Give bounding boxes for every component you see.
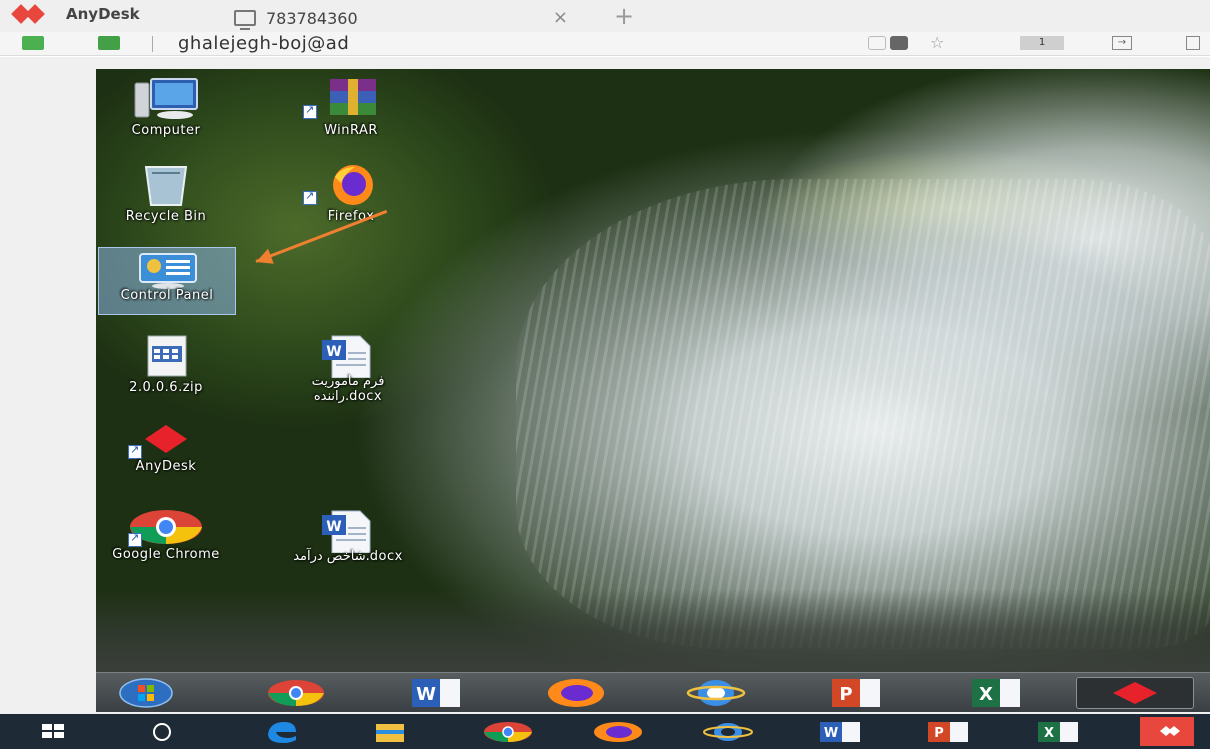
internet-explorer-icon[interactable]: [684, 677, 748, 709]
start-orb-icon[interactable]: [118, 677, 174, 709]
search-circle-icon[interactable]: [150, 720, 174, 743]
word-document-icon: W: [322, 335, 371, 378]
desktop-icon-label: Recycle Bin: [125, 209, 207, 224]
desktop-icon-zip-file[interactable]: 2.0.0.6.zip: [106, 334, 226, 404]
recycle-bin-icon: [144, 166, 188, 206]
word-icon[interactable]: W: [404, 677, 468, 709]
excel-icon[interactable]: X: [964, 677, 1028, 709]
divider: [152, 36, 153, 52]
app-name: AnyDesk: [66, 5, 140, 23]
desktop-icon-label: AnyDesk: [135, 459, 197, 474]
word-document-icon: W: [322, 510, 371, 553]
anydesk-tab-bar: AnyDesk 783784360 × +: [0, 0, 1210, 32]
zip-file-icon: [147, 335, 187, 377]
desktop-icon-label: WinRAR: [324, 123, 378, 138]
shortcut-arrow-icon: [303, 103, 317, 119]
anydesk-logo-icon: [11, 4, 66, 24]
desktop-icon-word-document[interactable]: W شاخص درآمد.docx: [288, 509, 408, 579]
svg-text:P: P: [934, 726, 944, 741]
wallpaper-rocks: [96, 589, 1210, 674]
desktop-icon-label: 2.0.0.6.zip: [129, 380, 203, 395]
edge-icon[interactable]: [262, 720, 302, 743]
anydesk-icon: [1160, 726, 1180, 736]
svg-text:P: P: [839, 684, 852, 705]
remote-address[interactable]: ghalejegh-boj@ad: [178, 33, 349, 54]
session-tab[interactable]: 783784360 ×: [226, 4, 582, 32]
desktop-icon-control-panel[interactable]: Control Panel: [98, 247, 236, 315]
monitor-switch-button[interactable]: 1: [1020, 36, 1064, 50]
windows-start-icon[interactable]: [40, 720, 66, 743]
anydesk-icon: [1113, 682, 1157, 704]
chat-icon[interactable]: [868, 36, 886, 50]
permissions-icon[interactable]: [98, 36, 120, 50]
annotation-arrowhead: [253, 248, 274, 270]
monitor-icon: [234, 10, 256, 30]
file-transfer-icon[interactable]: [890, 36, 908, 50]
remote-taskbar: W P X: [96, 672, 1210, 712]
file-explorer-icon[interactable]: [370, 720, 410, 743]
remote-desktop[interactable]: Computer WinRAR Recycle Bin Firefox: [96, 69, 1210, 674]
svg-text:W: W: [416, 684, 436, 705]
desktop-icon-winrar[interactable]: WinRAR: [291, 77, 411, 147]
svg-text:W: W: [326, 344, 341, 360]
close-tab-icon[interactable]: ×: [553, 7, 568, 28]
anydesk-taskbar-button[interactable]: [1076, 677, 1194, 709]
desktop-icon-anydesk[interactable]: AnyDesk: [106, 421, 226, 491]
excel-icon[interactable]: X: [1030, 720, 1086, 743]
desktop-icon-label: Google Chrome: [112, 547, 220, 562]
anydesk-host-taskbar-button[interactable]: [1140, 717, 1194, 746]
desktop-icon-word-document[interactable]: W فرم ماموریت راننده.docx: [288, 334, 408, 404]
powerpoint-icon[interactable]: P: [920, 720, 976, 743]
shortcut-arrow-icon: [128, 531, 142, 547]
new-tab-button[interactable]: +: [614, 2, 634, 30]
firefox-icon: [333, 165, 373, 205]
control-panel-icon: [139, 253, 197, 289]
desktop-icon-computer[interactable]: Computer: [106, 77, 226, 147]
computer-icon: [134, 78, 198, 119]
address-bar: ghalejegh-boj@ad ☆ 1 →: [0, 32, 1210, 56]
word-icon[interactable]: W: [812, 720, 868, 743]
tab-label: 783784360: [266, 8, 358, 28]
connection-status-icon[interactable]: [22, 36, 44, 50]
anydesk-brand[interactable]: AnyDesk: [11, 4, 140, 24]
desktop-icon-recycle-bin[interactable]: Recycle Bin: [106, 163, 226, 233]
desktop-icon-google-chrome[interactable]: Google Chrome: [106, 509, 226, 579]
menu-icon[interactable]: [1186, 36, 1200, 50]
firefox-icon[interactable]: [544, 677, 608, 709]
internet-explorer-icon[interactable]: [700, 720, 756, 743]
wallpaper-waterfall: [516, 179, 1210, 649]
svg-text:W: W: [824, 726, 838, 741]
svg-text:W: W: [326, 519, 341, 535]
svg-text:X: X: [1044, 726, 1054, 741]
chrome-icon[interactable]: [264, 677, 328, 709]
svg-text:X: X: [979, 684, 993, 705]
desktop-icon-label: Firefox: [327, 209, 375, 224]
switch-sides-icon[interactable]: →: [1112, 36, 1132, 50]
chrome-icon[interactable]: [480, 720, 536, 743]
firefox-icon[interactable]: [590, 720, 646, 743]
desktop-icon-label: فرم ماموریت راننده.docx: [311, 374, 385, 404]
desktop-icon-label: Control Panel: [120, 288, 214, 303]
host-taskbar: W P X: [0, 714, 1210, 749]
desktop-icon-label: Computer: [131, 123, 201, 138]
shortcut-arrow-icon: [303, 189, 317, 205]
favorite-star-icon[interactable]: ☆: [930, 33, 950, 52]
desktop-icon-label: شاخص درآمد.docx: [293, 549, 403, 564]
shortcut-arrow-icon: [128, 443, 142, 459]
powerpoint-icon[interactable]: P: [824, 677, 888, 709]
winrar-icon: [330, 79, 376, 115]
